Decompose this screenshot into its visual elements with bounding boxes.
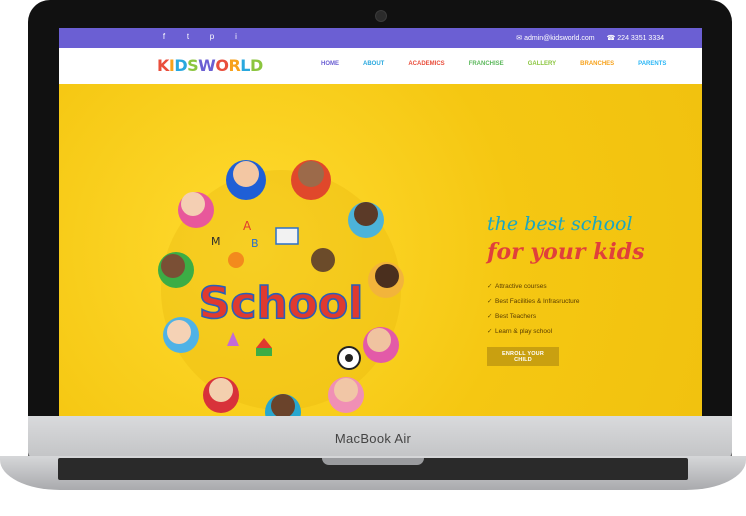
check-icon: ✓: [487, 328, 493, 335]
list-item: ✓ Best Facilities & Infrasructure: [487, 297, 580, 305]
logo-letter: D: [249, 56, 263, 75]
feature-text: Best Teachers: [495, 313, 537, 320]
top-bar: f t p i ✉ admin@kidsworld.com ☎ 224 3351…: [59, 28, 702, 48]
list-item: ✓ Best Teachers: [487, 312, 580, 320]
phone-link[interactable]: ☎ 224 3351 3334: [607, 34, 664, 42]
social-links: f t p i: [159, 32, 241, 42]
svg-text:M: M: [211, 235, 221, 248]
lid-notch: [322, 458, 424, 465]
phone-icon: ☎: [606, 35, 618, 42]
school-word: School: [199, 278, 364, 329]
main-nav: HOME ABOUT ACADEMICS FRANCHISE GALLERY BRANCH…: [321, 61, 666, 67]
tagline-top: the best school: [487, 213, 633, 235]
tagline-bottom: for your kids: [487, 239, 645, 265]
site-logo[interactable]: KIDSWORLD: [157, 56, 263, 75]
nav-item-parents[interactable]: PARENTS: [638, 61, 666, 67]
list-item: ✓ Learn & play school: [487, 327, 580, 335]
list-item: ✓ Attractive courses: [487, 282, 580, 290]
logo-letter: R: [228, 56, 241, 75]
feature-text: Learn & play school: [495, 328, 553, 335]
svg-text:B: B: [251, 237, 259, 250]
nav-item-branches[interactable]: BRANCHES: [580, 61, 614, 67]
hero-section: M A B School the best school for your ki…: [59, 84, 702, 416]
logo-letter: O: [215, 56, 229, 75]
device-brand-label: MacBook Air: [334, 431, 412, 446]
nav-item-home[interactable]: HOME: [321, 61, 339, 67]
nav-item-about[interactable]: ABOUT: [363, 61, 384, 67]
contact-info: ✉ admin@kidsworld.com ☎ 224 3351 3334: [516, 34, 664, 42]
feature-text: Attractive courses: [495, 283, 547, 290]
nav-item-franchise[interactable]: FRANCHISE: [469, 61, 504, 67]
mail-icon: ✉: [516, 35, 525, 42]
logo-letter: S: [187, 56, 199, 75]
check-icon: ✓: [487, 313, 493, 320]
check-icon: ✓: [487, 298, 493, 305]
svg-text:A: A: [243, 219, 252, 233]
nav-item-academics[interactable]: ACADEMICS: [408, 61, 444, 67]
camera-icon: [375, 10, 387, 22]
nav-item-gallery[interactable]: GALLERY: [528, 61, 556, 67]
screen: f t p i ✉ admin@kidsworld.com ☎ 224 3351…: [59, 28, 702, 416]
navbar: KIDSWORLD HOME ABOUT ACADEMICS FRANCHISE GAL…: [59, 48, 702, 84]
facebook-icon[interactable]: f: [159, 32, 169, 42]
instagram-icon[interactable]: i: [231, 32, 241, 42]
email-text: admin@kidsworld.com: [524, 35, 595, 42]
logo-letter: W: [198, 56, 216, 75]
phone-text: 224 3351 3334: [617, 35, 664, 42]
logo-letter: D: [174, 56, 188, 75]
logo-letter: L: [240, 56, 250, 75]
feature-list: ✓ Attractive courses ✓ Best Facilities & I…: [487, 282, 580, 342]
kids-circle-illustration: M A B School: [158, 160, 404, 416]
check-icon: ✓: [487, 283, 493, 290]
pinterest-icon[interactable]: p: [207, 32, 217, 42]
enroll-button[interactable]: ENROLL YOUR CHILD: [487, 347, 559, 366]
logo-letter: K: [157, 56, 169, 75]
email-link[interactable]: ✉ admin@kidsworld.com: [516, 34, 594, 42]
feature-text: Best Facilities & Infrasructure: [495, 298, 580, 305]
twitter-icon[interactable]: t: [183, 32, 193, 42]
